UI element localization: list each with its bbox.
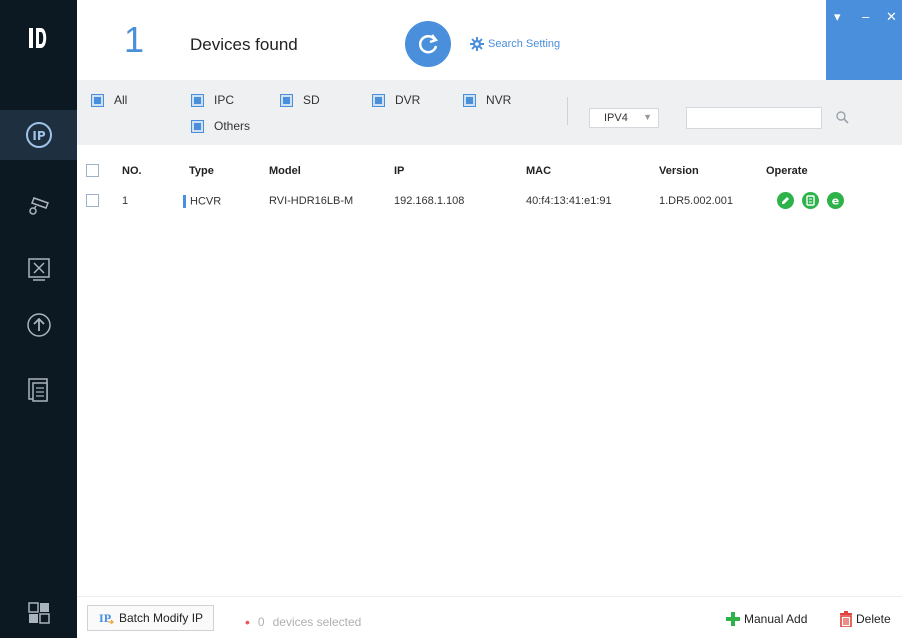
plus-icon [726, 612, 740, 626]
cell-operate: e [777, 192, 849, 209]
batch-modify-ip-label: Batch Modify IP [119, 611, 204, 625]
ip-icon: IP [25, 122, 52, 148]
selected-label: devices selected [272, 615, 362, 629]
delete-button[interactable]: Delete [839, 611, 891, 627]
filter-others[interactable]: Others [191, 119, 250, 133]
cell-type-text: HCVR [190, 195, 222, 208]
filter-dvr-checkbox[interactable] [372, 93, 385, 107]
edit-icon [782, 197, 789, 204]
filter-nvr-checkbox[interactable] [463, 93, 476, 107]
apps-icon [27, 602, 50, 624]
device-table: NO. Type Model IP MAC Version Operate 1 … [77, 145, 902, 209]
table-row[interactable]: 1 HCVR RVI-HDR16LB-M 192.168.1.108 40:f4… [77, 187, 902, 217]
ie-browser-button[interactable]: e [827, 192, 845, 209]
sidebar-item-tools[interactable] [0, 245, 77, 295]
chevron-down-icon: ▼ [643, 112, 652, 122]
sidebar-item-upgrade[interactable] [0, 300, 77, 350]
filter-others-checkbox[interactable] [191, 119, 204, 133]
cell-version: 1.DR5.002.001 [659, 195, 733, 207]
filter-sd[interactable]: SD [280, 93, 320, 107]
minimize-icon[interactable]: – [862, 10, 869, 24]
refresh-icon [418, 34, 439, 54]
filter-sd-label: SD [303, 93, 320, 107]
web-login-button[interactable] [802, 192, 820, 209]
refresh-button[interactable] [405, 21, 451, 67]
filter-all-label: All [114, 93, 128, 107]
filter-all-checkbox[interactable] [91, 93, 104, 107]
select-all-checkbox[interactable] [86, 164, 99, 177]
cell-ip: 192.168.1.108 [394, 195, 465, 207]
cell-type: HCVR [183, 195, 221, 208]
upgrade-icon [26, 313, 51, 337]
filter-ipc-checkbox[interactable] [191, 93, 204, 107]
search-setting-link[interactable]: Search Setting [470, 37, 560, 51]
filter-dvr-label: DVR [395, 93, 421, 107]
selected-count: 0 [257, 615, 265, 629]
tools-icon [27, 258, 50, 281]
dropdown-menu-icon[interactable]: ▾ [834, 10, 841, 24]
selection-dot: • [245, 614, 250, 630]
header-model: Model [269, 165, 301, 177]
filter-nvr[interactable]: NVR [463, 93, 511, 107]
delete-label: Delete [856, 612, 891, 626]
cell-model: RVI-HDR16LB-M [269, 195, 354, 207]
close-icon[interactable]: ✕ [886, 10, 897, 24]
svg-text:IP: IP [32, 129, 45, 143]
filter-sd-checkbox[interactable] [280, 93, 293, 107]
filter-ipc[interactable]: IPC [191, 93, 234, 107]
search-icon [836, 111, 849, 124]
selection-info: • 0 devices selected [245, 615, 361, 629]
header-version: Version [659, 165, 699, 177]
header-no: NO. [122, 165, 142, 177]
type-marker [183, 195, 186, 208]
ip-version-select[interactable]: IPV4 ▼ [589, 108, 659, 128]
docs-icon [27, 378, 48, 402]
manual-add-label: Manual Add [744, 612, 808, 626]
batch-modify-ip-button[interactable]: IP Batch Modify IP [87, 605, 215, 631]
camera-config-icon [28, 197, 49, 215]
cell-no: 1 [122, 195, 129, 207]
edit-button[interactable] [777, 192, 794, 209]
filter-all[interactable]: All [91, 93, 127, 107]
window-controls: ▾ – ✕ [826, 0, 902, 80]
svg-text:e: e [832, 195, 839, 208]
filter-others-label: Others [214, 119, 251, 133]
logo-icon [0, 0, 77, 76]
manual-add-button[interactable]: Manual Add [725, 611, 807, 627]
ip-icon: IP [99, 614, 114, 625]
sidebar: IP [0, 0, 77, 638]
search-button[interactable] [835, 110, 849, 127]
filter-bar: All IPC SD DVR NVR Others IPV4 ▼ [77, 80, 902, 145]
table-header: NO. Type Model IP MAC Version Operate [77, 157, 902, 187]
sidebar-item-device-config[interactable] [0, 180, 77, 230]
sidebar-item-ip-config[interactable]: IP [0, 110, 77, 160]
filter-ipc-label: IPC [214, 93, 235, 107]
gear-icon [470, 37, 484, 51]
search-setting-label: Search Setting [488, 38, 561, 50]
svg-text:IP: IP [99, 614, 112, 625]
cell-mac: 40:f4:13:41:e1:91 [526, 195, 612, 207]
row-checkbox[interactable] [86, 194, 99, 207]
ie-icon: e [832, 195, 839, 208]
header-ip: IP [394, 165, 405, 177]
trash-icon [840, 611, 852, 627]
sidebar-item-documents[interactable] [0, 365, 77, 415]
search-input[interactable] [686, 107, 822, 129]
devices-found-label: Devices found [190, 35, 298, 54]
header: 1 Devices found Search Setting ▾ – ✕ [77, 0, 902, 80]
ip-version-value: IPV4 [604, 112, 628, 124]
footer: IP Batch Modify IP • 0 devices selected … [77, 596, 902, 638]
filter-dvr[interactable]: DVR [372, 93, 420, 107]
sidebar-item-apps[interactable] [0, 588, 77, 638]
device-count: 1 [124, 19, 145, 60]
filter-nvr-label: NVR [486, 93, 512, 107]
header-mac: MAC [526, 165, 552, 177]
header-type: Type [189, 165, 214, 177]
web-icon [806, 195, 815, 206]
filter-divider [567, 97, 568, 125]
header-operate: Operate [766, 165, 808, 177]
